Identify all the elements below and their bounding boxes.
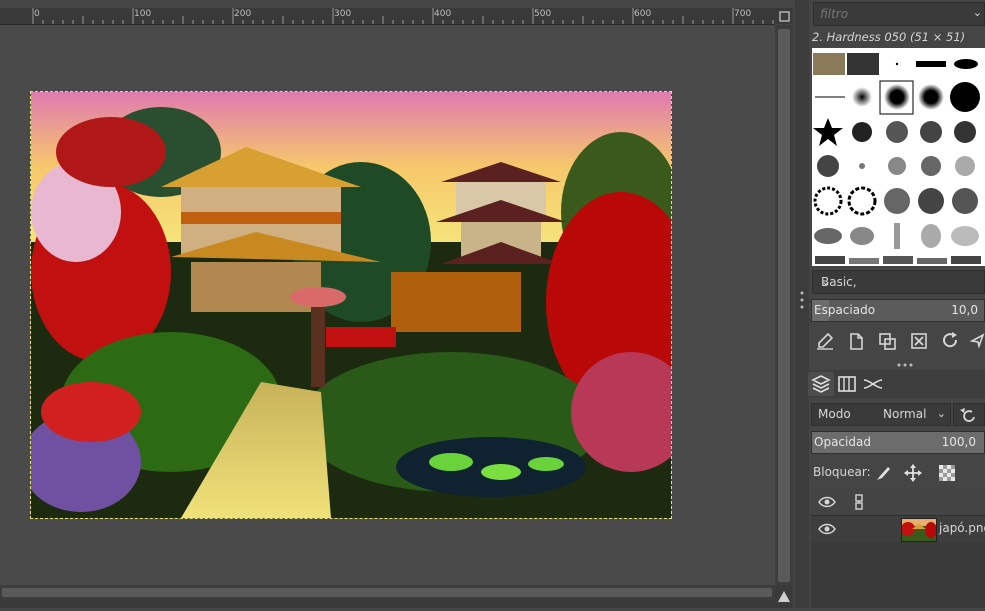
visibility-column-eye-icon[interactable] [817, 493, 837, 514]
ruler-ticks [32, 8, 774, 24]
opacity-slider[interactable]: Opacidad 100,0 [811, 431, 985, 454]
lock-row: Bloquear: [811, 462, 985, 484]
layer-list[interactable]: japó.png [811, 489, 985, 608]
lock-alpha-button[interactable] [937, 463, 957, 483]
mode-reset-button[interactable] [953, 403, 985, 426]
ruler-label: 400 [434, 9, 452, 19]
opacity-label: Opacidad [814, 435, 871, 449]
eye-icon[interactable] [817, 520, 837, 541]
zoom-corner-button[interactable] [775, 8, 793, 24]
spacing-label: Espaciado [814, 303, 876, 317]
mode-value: Normal [883, 407, 927, 421]
chevron-down-icon[interactable]: ⌄ [973, 6, 982, 19]
spacing-value: 10,0 [951, 303, 978, 317]
lock-position-button[interactable] [903, 463, 923, 483]
grip-icon [800, 291, 804, 309]
layer-thumbnail [901, 518, 937, 542]
lock-pixels-button[interactable] [873, 463, 893, 483]
brush-filter[interactable]: ⌄ [813, 2, 985, 26]
ruler-label: 600 [634, 9, 652, 19]
selected-brush-name: 2. Hardness 050 (51 × 51) [812, 30, 966, 44]
mode-label: Modo [818, 407, 851, 421]
layer-list-header [811, 489, 985, 516]
status-bar [0, 600, 775, 608]
channels-icon [838, 376, 856, 392]
navigate-icon [778, 591, 790, 602]
image-canvas[interactable] [30, 91, 672, 519]
brush-grid[interactable] [812, 48, 985, 266]
delete-brush-button[interactable] [908, 330, 930, 352]
square-icon [779, 11, 790, 22]
dock-grip[interactable] [895, 358, 915, 367]
chevron-down-icon: ⌄ [936, 407, 946, 420]
checkerboard-icon [939, 465, 955, 481]
layer-name: japó.png [939, 521, 985, 535]
brush-thumbnails [813, 53, 981, 264]
delete-icon [911, 333, 927, 349]
brush-preset-select[interactable]: Basic, ⌄ [812, 270, 985, 294]
reset-icon [960, 408, 975, 422]
ruler-label: 700 [734, 9, 752, 19]
lock-label: Bloquear: [813, 465, 871, 479]
refresh-brushes-button[interactable] [939, 330, 961, 352]
spacing-slider[interactable]: Espaciado 10,0 [811, 299, 985, 322]
brush-icon [877, 467, 890, 480]
horizontal-ruler[interactable]: 0 100 200 300 400 500 600 700 [0, 8, 775, 25]
horizontal-scrollbar[interactable] [0, 585, 775, 600]
edit-icon [817, 332, 834, 350]
new-brush-button[interactable] [845, 330, 867, 352]
scroll-thumb[interactable] [778, 29, 790, 582]
chain-column-icon[interactable] [851, 493, 867, 514]
move-icon [904, 464, 922, 482]
ruler-label: 300 [334, 9, 352, 19]
new-document-icon [850, 333, 863, 350]
refresh-icon [943, 332, 958, 348]
navigate-button[interactable] [775, 585, 793, 608]
chevron-down-icon: ⌄ [821, 275, 831, 288]
ruler-label: 500 [534, 9, 552, 19]
tab-paths[interactable] [860, 372, 886, 396]
duplicate-brush-button[interactable] [876, 330, 898, 352]
layer-mode-select[interactable]: Modo Normal ⌄ [811, 403, 951, 426]
brush-menu-button[interactable] [967, 330, 985, 352]
dock-separator[interactable] [795, 0, 809, 608]
grip-icon [897, 363, 913, 367]
tab-channels[interactable] [834, 372, 860, 396]
layer-row[interactable]: japó.png [811, 516, 985, 542]
layer-dock-tabs [808, 370, 985, 398]
brush-actions [812, 326, 985, 356]
ruler-label: 0 [34, 9, 40, 19]
scroll-thumb[interactable] [2, 588, 772, 597]
pin-icon [969, 333, 985, 349]
opacity-value: 100,0 [941, 435, 976, 449]
vertical-scrollbar[interactable] [775, 25, 793, 585]
ruler-label: 100 [134, 9, 152, 19]
garden-image [31, 92, 671, 518]
layers-icon [811, 375, 831, 393]
filter-input[interactable] [814, 3, 966, 25]
duplicate-icon [879, 333, 896, 350]
layer-mode-row: Modo Normal ⌄ [811, 403, 985, 427]
paths-icon [863, 379, 883, 389]
edit-brush-button[interactable] [814, 330, 836, 352]
ruler-label: 200 [234, 9, 252, 19]
tab-layers[interactable] [808, 372, 834, 396]
